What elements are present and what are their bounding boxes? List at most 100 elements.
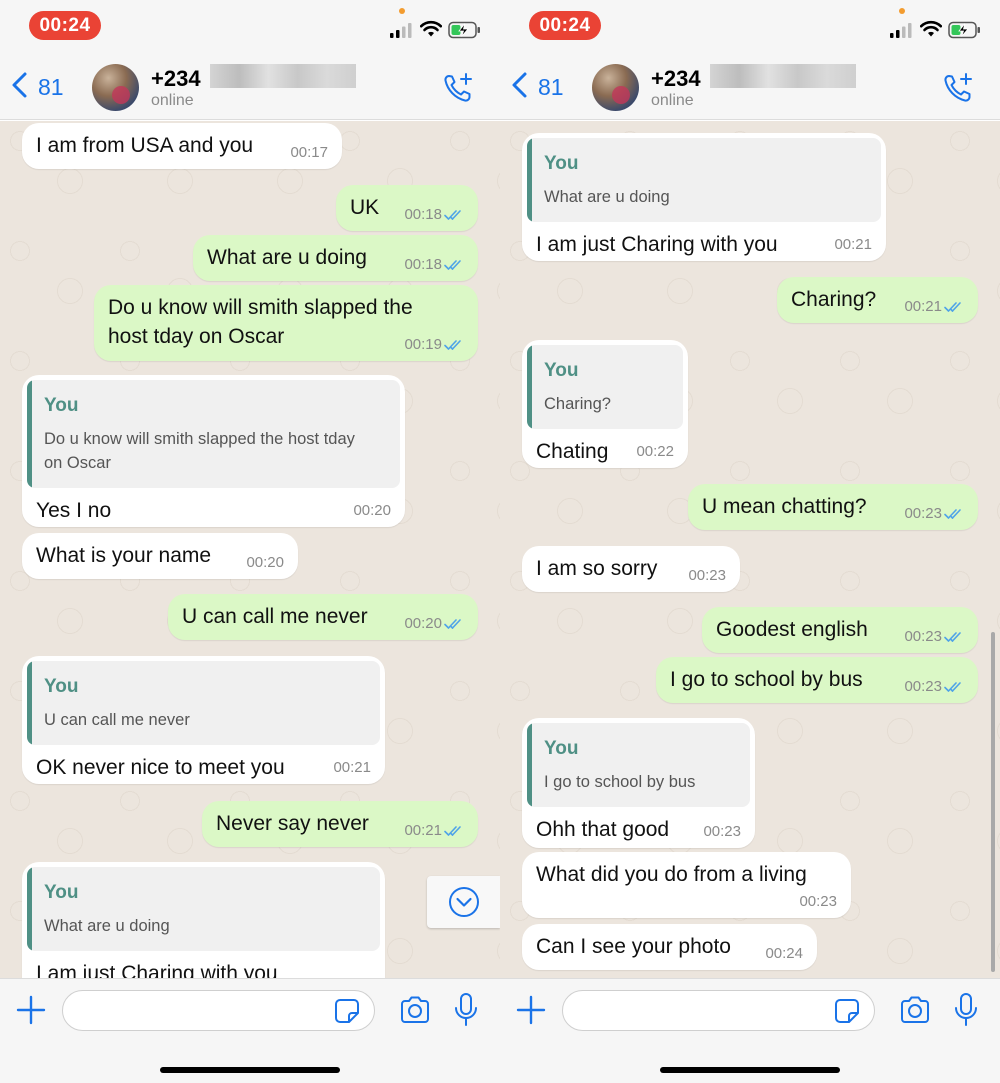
message-text: Ohh that good: [536, 818, 670, 841]
outgoing-message[interactable]: UK 00:18: [336, 185, 478, 231]
add-call-icon[interactable]: [440, 70, 476, 106]
message-text: Charing?: [791, 288, 877, 311]
home-indicator: [660, 1067, 840, 1073]
incoming-message[interactable]: I am from USA and you 00:17: [22, 123, 342, 169]
message-timestamp: 00:23: [904, 678, 942, 695]
contact-avatar[interactable]: [592, 64, 639, 111]
read-receipt-icon: [444, 208, 466, 220]
sticker-icon[interactable]: [833, 997, 861, 1025]
read-receipt-icon: [944, 300, 966, 312]
home-indicator: [160, 1067, 340, 1073]
incoming-message[interactable]: You U can call me never OK never nice to m…: [22, 656, 385, 784]
privacy-indicator-dot: [899, 8, 905, 14]
incoming-message[interactable]: What is your name 00:20: [22, 533, 298, 579]
read-receipt-icon: [944, 507, 966, 519]
message-list: I am from USA and you 00:17 UK 00:18 What ar…: [0, 121, 500, 978]
message-timestamp: 00:18: [404, 206, 442, 223]
chat-header: 81 +234 online: [500, 52, 1000, 120]
message-timestamp: 00:22: [636, 443, 674, 460]
incoming-message[interactable]: You I go to school by bus Ohh that good 00:…: [522, 718, 755, 848]
incoming-message[interactable]: I am so sorry 00:23: [522, 546, 740, 592]
message-timestamp: 00:23: [703, 823, 741, 840]
quote-author: You: [44, 395, 79, 416]
quote-author: You: [44, 676, 79, 697]
quote-text: Do u know will smith slapped the host td…: [44, 430, 355, 448]
outgoing-message[interactable]: Goodest english 00:23: [702, 607, 978, 653]
outgoing-message[interactable]: Charing? 00:21: [777, 277, 978, 323]
quote-accent-bar: [27, 867, 32, 951]
attach-plus-icon[interactable]: [14, 993, 48, 1027]
presence-status: online: [651, 92, 694, 109]
quote-author: You: [544, 153, 579, 174]
message-timestamp: 00:20: [246, 554, 284, 571]
back-button[interactable]: 81: [10, 72, 64, 102]
message-timestamp: 00:23: [904, 505, 942, 522]
quoted-reply[interactable]: You Charing?: [527, 345, 683, 429]
message-input[interactable]: [62, 990, 375, 1031]
incoming-message[interactable]: Can I see your photo 00:24: [522, 924, 817, 970]
quote-accent-bar: [527, 723, 532, 807]
message-timestamp: 00:17: [290, 144, 328, 161]
incoming-message[interactable]: You What are u doing I am just Charing wit…: [522, 133, 886, 261]
quote-author: You: [544, 738, 579, 759]
quote-author: You: [544, 360, 579, 381]
quoted-reply[interactable]: You What are u doing: [527, 138, 881, 222]
message-text: OK never nice to meet you: [36, 756, 285, 779]
attach-plus-icon[interactable]: [514, 993, 548, 1027]
quoted-reply[interactable]: You U can call me never: [27, 661, 380, 745]
camera-icon[interactable]: [398, 995, 432, 1025]
message-text: What is your name: [36, 544, 212, 567]
phone-screen-1: 00:24 81 +234 online I am from USA and you 00…: [0, 0, 500, 1083]
incoming-message[interactable]: You What are u doing I am just Charing wit…: [22, 862, 385, 978]
chat-header: 81 +234 online: [0, 52, 500, 120]
quote-author: You: [44, 882, 79, 903]
incoming-message[interactable]: You Charing? Chating 00:22: [522, 340, 688, 468]
quote-accent-bar: [27, 661, 32, 745]
message-timestamp: 00:21: [834, 236, 872, 253]
contact-avatar[interactable]: [92, 64, 139, 111]
message-text: What are u doing: [207, 246, 367, 269]
message-timestamp: 00:24: [765, 945, 803, 962]
message-text: Never say never: [216, 812, 369, 835]
presence-status: online: [151, 92, 194, 109]
redacted-number-block: [710, 64, 856, 88]
outgoing-message[interactable]: U can call me never 00:20: [168, 594, 478, 640]
outgoing-message[interactable]: What are u doing 00:18: [193, 235, 478, 281]
incoming-message[interactable]: What did you do from a living 00:23: [522, 852, 851, 918]
message-text: I am just Charing with you: [36, 962, 278, 978]
incoming-message[interactable]: You Do u know will smith slapped the host…: [22, 375, 405, 527]
microphone-icon[interactable]: [953, 992, 979, 1028]
sticker-icon[interactable]: [333, 997, 361, 1025]
quote-text: What are u doing: [544, 188, 670, 206]
microphone-icon[interactable]: [453, 992, 479, 1028]
cellular-signal-icon: [389, 22, 413, 38]
outgoing-message[interactable]: Do u know will smith slapped the host tda…: [94, 285, 478, 361]
message-text: I am from USA and you: [36, 134, 254, 157]
chevron-left-icon: [510, 71, 530, 104]
contact-name[interactable]: +234: [151, 66, 201, 92]
outgoing-message[interactable]: Never say never 00:21: [202, 801, 478, 847]
message-timestamp: 00:18: [404, 256, 442, 273]
message-timestamp: 00:21: [404, 822, 442, 839]
contact-name[interactable]: +234: [651, 66, 701, 92]
unread-count: 81: [538, 73, 564, 100]
scroll-to-bottom-button[interactable]: [427, 876, 500, 928]
message-text: Can I see your photo: [536, 935, 731, 958]
quoted-reply[interactable]: You Do u know will smith slapped the host…: [27, 380, 400, 488]
quote-text: What are u doing: [44, 917, 170, 935]
message-text: host tday on Oscar: [108, 325, 285, 348]
add-call-icon[interactable]: [940, 70, 976, 106]
quote-text: Charing?: [544, 395, 611, 413]
message-text: Goodest english: [716, 618, 868, 641]
message-input[interactable]: [562, 990, 875, 1031]
quoted-reply[interactable]: You I go to school by bus: [527, 723, 750, 807]
outgoing-message[interactable]: U mean chatting? 00:23: [688, 484, 978, 530]
quoted-reply[interactable]: You What are u doing: [27, 867, 380, 951]
message-text: I go to school by bus: [670, 668, 863, 691]
back-button[interactable]: 81: [510, 72, 564, 102]
message-timestamp: 00:23: [799, 893, 837, 910]
camera-icon[interactable]: [898, 995, 932, 1025]
outgoing-message[interactable]: I go to school by bus 00:23: [656, 657, 978, 703]
read-receipt-icon: [944, 680, 966, 692]
message-text: UK: [350, 196, 380, 219]
